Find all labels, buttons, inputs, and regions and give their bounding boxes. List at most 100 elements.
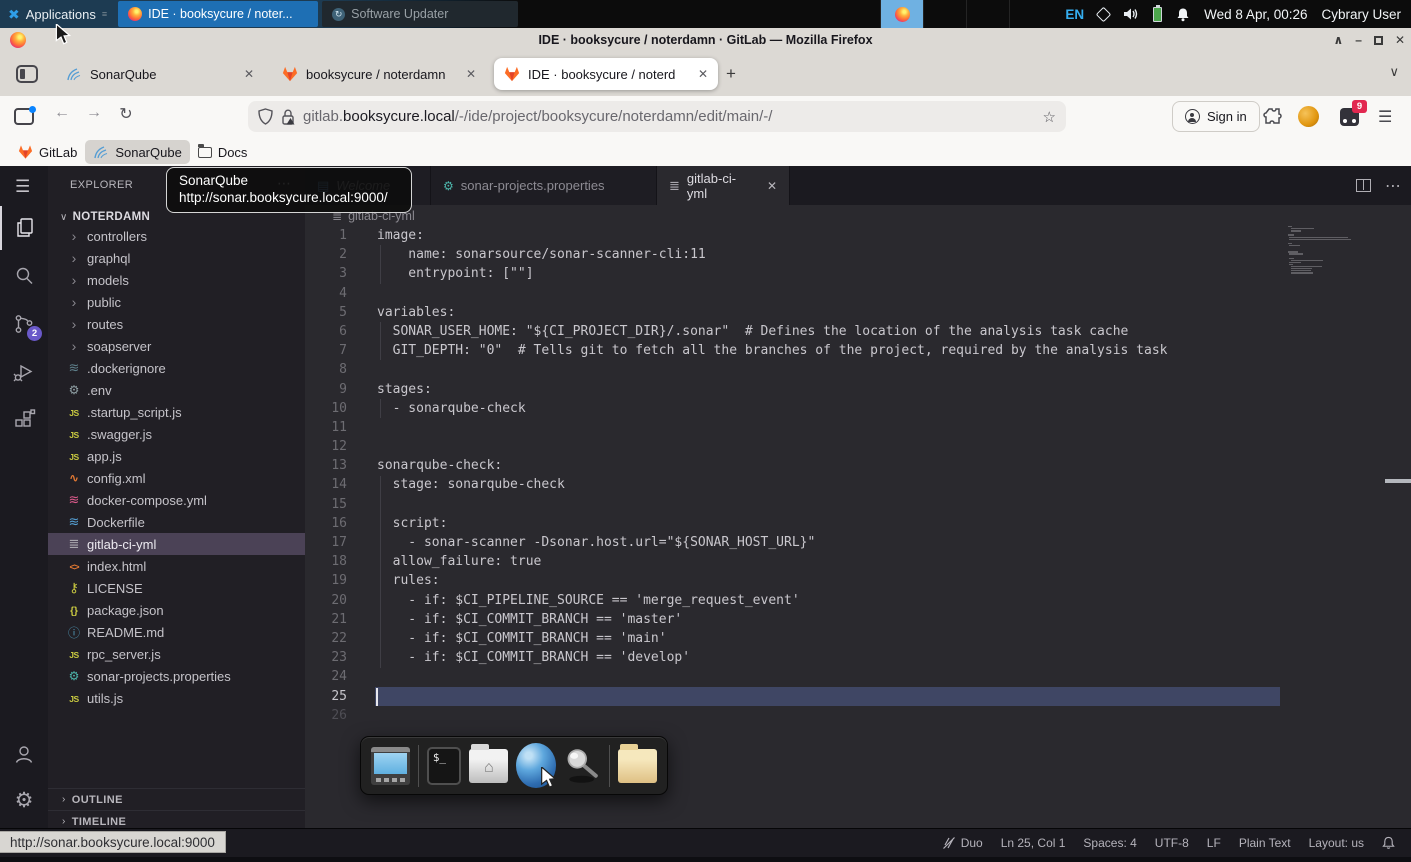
keyboard-layout[interactable]: Layout: us: [1309, 836, 1364, 850]
keyboard-layout-indicator[interactable]: EN: [1065, 7, 1084, 22]
encoding[interactable]: UTF-8: [1155, 836, 1189, 850]
eol-sequence[interactable]: LF: [1207, 836, 1221, 850]
code-line[interactable]: sonarqube-check:: [377, 456, 1281, 475]
editor-tab-sonar-properties[interactable]: ⚙ sonar-projects.properties: [431, 166, 657, 205]
menu-hamburger-icon[interactable]: ☰: [1378, 107, 1392, 127]
browser-tab-sonarqube[interactable]: SonarQube ✕: [56, 58, 264, 90]
extension-monkey-icon[interactable]: [1298, 106, 1319, 127]
shield-icon[interactable]: [258, 108, 273, 125]
tab-close-icon[interactable]: ✕: [466, 67, 476, 81]
back-button[interactable]: ←: [46, 104, 78, 124]
tree-folder-controllers[interactable]: controllers: [48, 225, 305, 247]
extensions-puzzle-icon[interactable]: [1263, 106, 1283, 126]
code-line[interactable]: [377, 687, 1281, 706]
language-mode[interactable]: Plain Text: [1239, 836, 1291, 850]
tree-file-package.json[interactable]: package.json: [48, 599, 305, 621]
tree-file-README.md[interactable]: README.md: [48, 621, 305, 643]
shade-button[interactable]: ∧: [1334, 33, 1344, 47]
tree-file-config.xml[interactable]: config.xml: [48, 467, 305, 489]
activity-account-button[interactable]: [0, 732, 48, 776]
taskbar-window-ide[interactable]: IDE · booksycure / noter...: [118, 1, 318, 27]
editor-more-actions-icon[interactable]: ⋯: [1385, 176, 1401, 196]
dock-web-browser-icon[interactable]: [516, 743, 556, 788]
forward-button[interactable]: →: [78, 104, 110, 124]
maximize-button[interactable]: [1374, 36, 1383, 45]
current-user-label[interactable]: Cybrary User: [1321, 7, 1401, 22]
indentation[interactable]: Spaces: 4: [1083, 836, 1136, 850]
tree-file-.dockerignore[interactable]: .dockerignore: [48, 357, 305, 379]
notifications-bell-icon[interactable]: [1382, 836, 1395, 850]
dock-app-finder-icon[interactable]: [564, 745, 601, 787]
tree-folder-soapserver[interactable]: soapserver: [48, 335, 305, 357]
tree-file-.env[interactable]: .env: [48, 379, 305, 401]
workspace-1[interactable]: [880, 0, 923, 28]
tree-file-docker-compose.yml[interactable]: docker-compose.yml: [48, 489, 305, 511]
network-icon[interactable]: [1096, 6, 1112, 22]
code-line[interactable]: - if: $CI_COMMIT_BRANCH == 'develop': [377, 648, 1281, 667]
url-bar[interactable]: gitlab.booksycure.local/-/ide/project/bo…: [248, 101, 1066, 132]
notifications-bell-icon[interactable]: [1176, 7, 1190, 22]
tree-folder-models[interactable]: models: [48, 269, 305, 291]
sign-in-button[interactable]: Sign in: [1172, 101, 1260, 132]
bookmark-docs[interactable]: Docs: [190, 140, 256, 164]
minimap[interactable]: [1288, 226, 1400, 296]
dock-file-manager-icon[interactable]: ⌂: [469, 749, 508, 783]
code-line[interactable]: name: sonarsource/sonar-scanner-cli:11: [377, 245, 1281, 264]
new-tab-button[interactable]: +: [726, 64, 736, 84]
dock-terminal-icon[interactable]: $_: [427, 747, 462, 785]
code-line[interactable]: - if: $CI_PIPELINE_SOURCE == 'merge_requ…: [377, 591, 1281, 610]
code-line[interactable]: allow_failure: true: [377, 552, 1281, 571]
code-line[interactable]: SONAR_USER_HOME: "${CI_PROJECT_DIR}/.son…: [377, 322, 1281, 341]
code-line[interactable]: [377, 284, 1281, 303]
clock[interactable]: Wed 8 Apr, 00:26: [1204, 7, 1307, 22]
code-line[interactable]: [377, 495, 1281, 514]
tree-folder-public[interactable]: public: [48, 291, 305, 313]
tree-file-.startup_script.js[interactable]: .startup_script.js: [48, 401, 305, 423]
outline-section[interactable]: › OUTLINE: [48, 788, 305, 810]
tree-folder-graphql[interactable]: graphql: [48, 247, 305, 269]
tree-file-rpc_server.js[interactable]: rpc_server.js: [48, 643, 305, 665]
code-line[interactable]: stage: sonarqube-check: [377, 475, 1281, 494]
tree-file-utils.js[interactable]: utils.js: [48, 687, 305, 709]
code-line[interactable]: stages:: [377, 380, 1281, 399]
ide-menu-hamburger-icon[interactable]: ☰: [15, 177, 30, 197]
editor-tab-gitlab-ci[interactable]: ≣ gitlab-ci-yml ✕: [657, 166, 790, 205]
tree-file-Dockerfile[interactable]: Dockerfile: [48, 511, 305, 533]
battery-icon[interactable]: [1153, 7, 1162, 22]
workspace-3[interactable]: [966, 0, 1009, 28]
browser-tab-project[interactable]: booksycure / noterdamn ✕: [272, 58, 486, 90]
tree-file-LICENSE[interactable]: LICENSE: [48, 577, 305, 599]
workspace-switcher[interactable]: [880, 0, 1052, 28]
workspace-2[interactable]: [923, 0, 966, 28]
dock-folder-icon[interactable]: [618, 749, 657, 783]
tree-file-.swagger.js[interactable]: .swagger.js: [48, 423, 305, 445]
lock-warning-icon[interactable]: [281, 109, 295, 125]
code-line[interactable]: [377, 437, 1281, 456]
tree-folder-routes[interactable]: routes: [48, 313, 305, 335]
duo-status-item[interactable]: Duo: [942, 836, 983, 850]
list-all-tabs-icon[interactable]: ∨: [1389, 64, 1399, 80]
code-line[interactable]: [377, 667, 1281, 686]
taskbar-window-software-updater[interactable]: ↻ Software Updater: [322, 1, 518, 27]
activity-explorer-button[interactable]: [0, 206, 48, 250]
close-button[interactable]: ✕: [1395, 33, 1405, 47]
code-line[interactable]: - if: $CI_COMMIT_BRANCH == 'master': [377, 610, 1281, 629]
code-line[interactable]: rules:: [377, 571, 1281, 590]
minimize-button[interactable]: –: [1355, 33, 1362, 47]
cursor-position[interactable]: Ln 25, Col 1: [1001, 836, 1066, 850]
tab-close-icon[interactable]: ✕: [244, 67, 254, 81]
code-line[interactable]: [377, 706, 1281, 725]
code-line[interactable]: - sonar-scanner -Dsonar.host.url="${SONA…: [377, 533, 1281, 552]
bookmark-star-icon[interactable]: ☆: [1043, 108, 1056, 126]
dock-show-desktop-icon[interactable]: [371, 747, 410, 785]
reload-button[interactable]: ↻: [110, 104, 142, 124]
tree-file-gitlab-ci-yml[interactable]: gitlab-ci-yml: [48, 533, 305, 555]
split-editor-icon[interactable]: [1356, 179, 1371, 192]
sidebar-icon[interactable]: [14, 108, 34, 125]
bookmark-gitlab[interactable]: GitLab: [10, 140, 85, 164]
browser-tab-ide[interactable]: IDE · booksycure / noterd ✕: [494, 58, 718, 90]
tree-file-app.js[interactable]: app.js: [48, 445, 305, 467]
firefox-view-icon[interactable]: [16, 65, 38, 83]
code-line[interactable]: [377, 360, 1281, 379]
code-line[interactable]: image:: [377, 226, 1281, 245]
